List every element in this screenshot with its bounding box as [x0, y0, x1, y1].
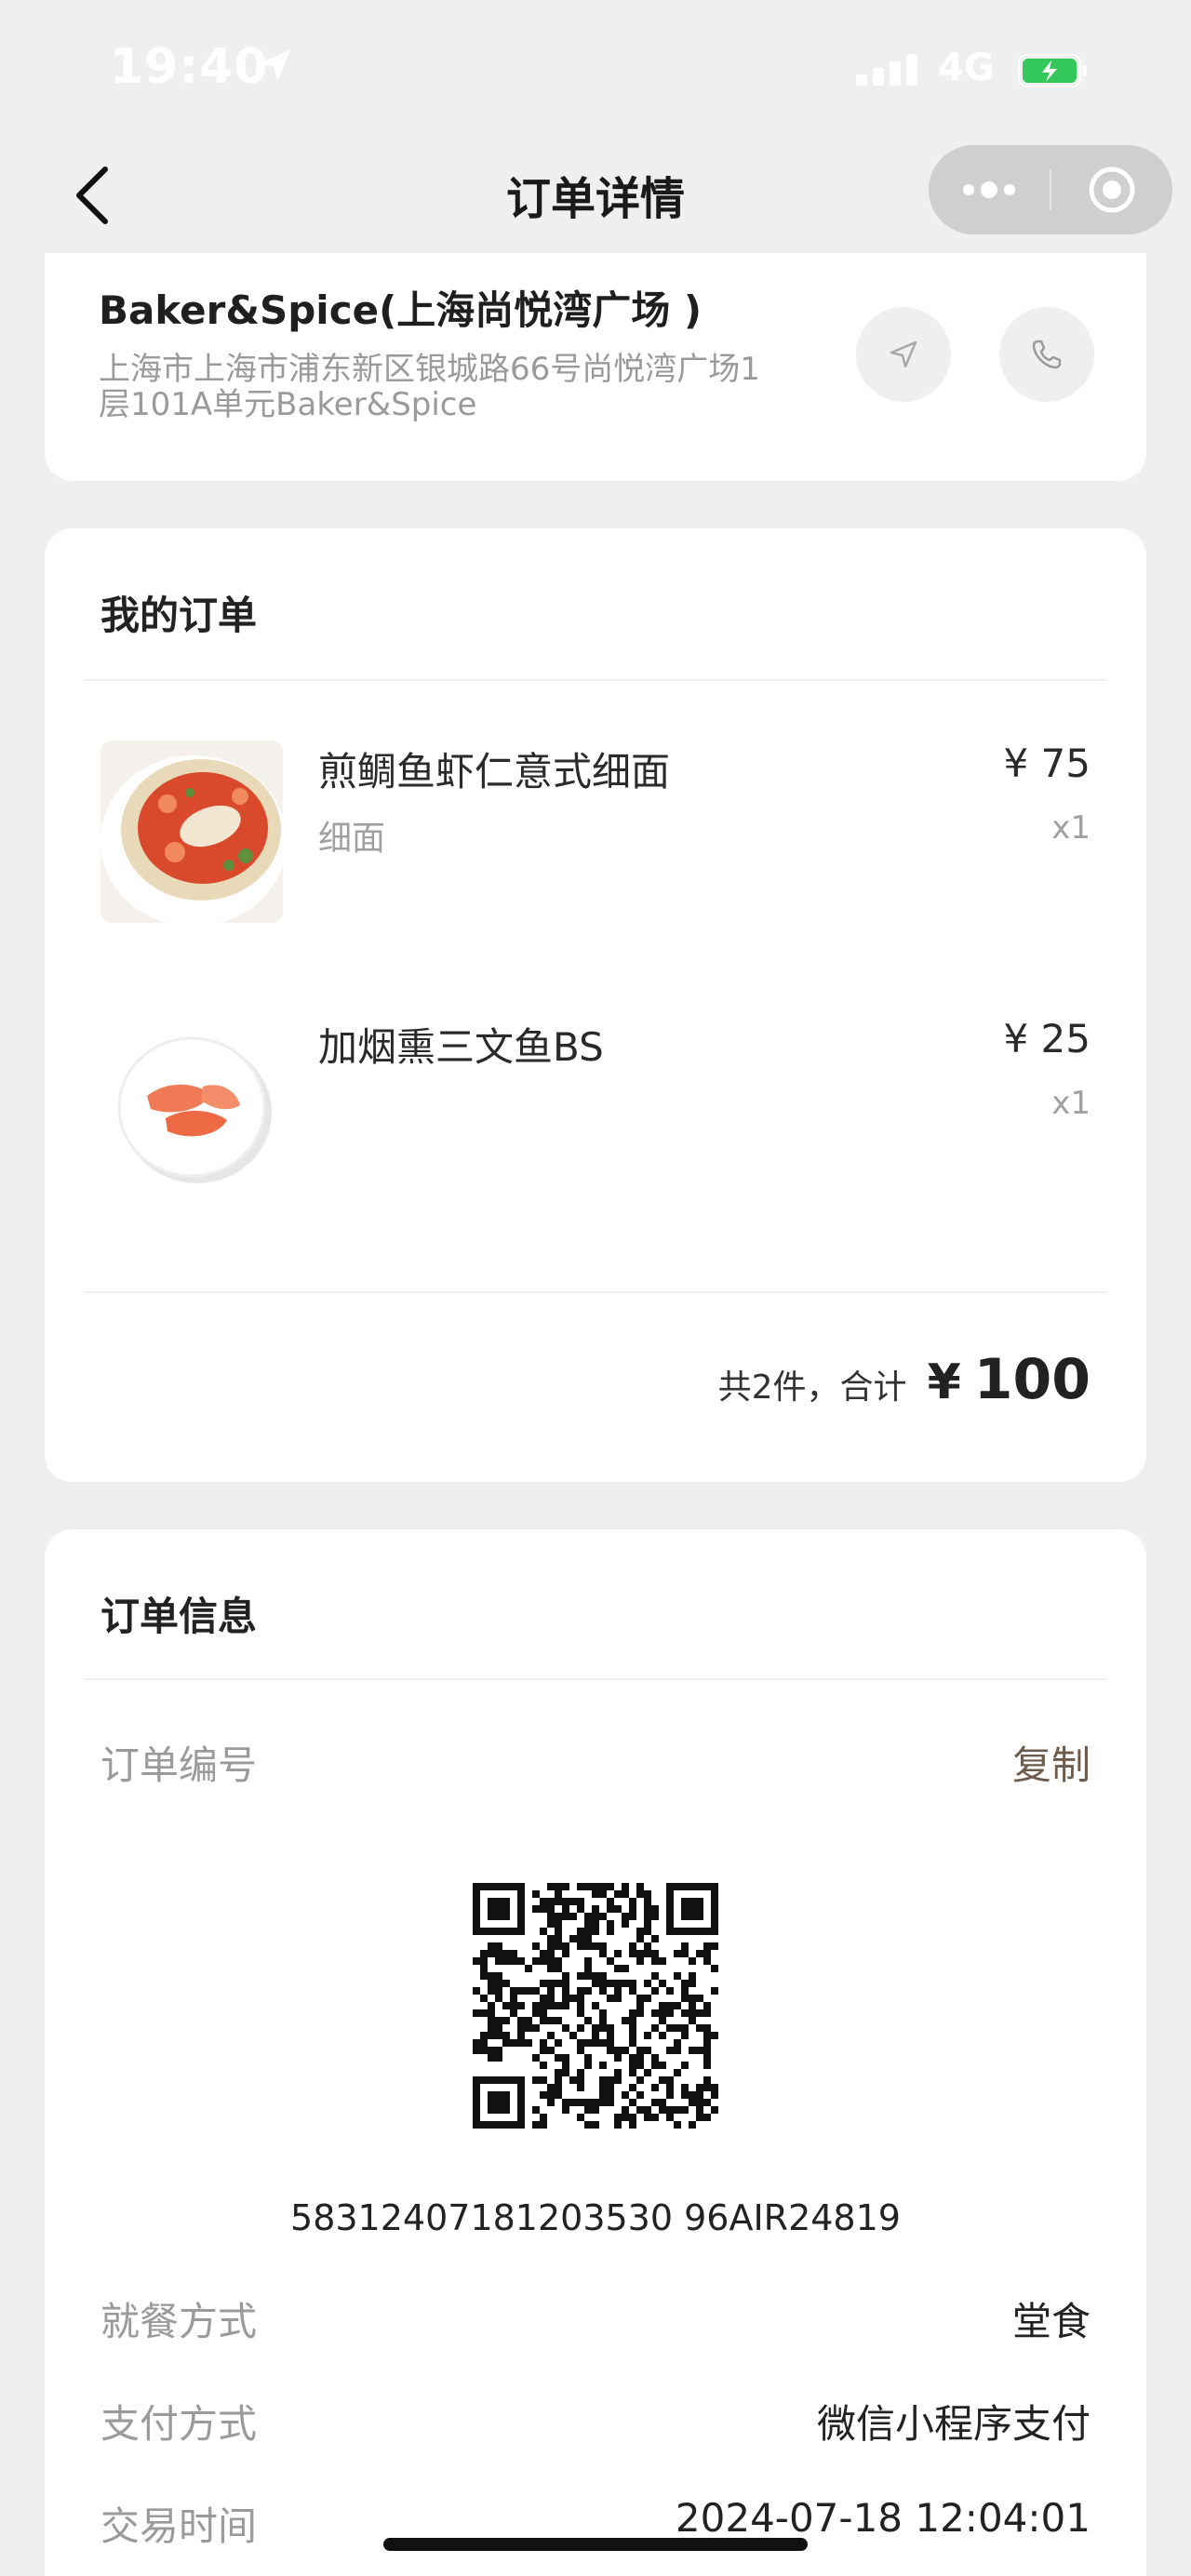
phone-icon: [1032, 340, 1062, 369]
more-button[interactable]: [929, 145, 1050, 234]
info-section-title: 订单信息: [100, 1594, 258, 1639]
battery-icon: [1018, 54, 1089, 91]
item-quantity: x1: [1051, 1085, 1091, 1122]
divider: [84, 1291, 1107, 1293]
order-number-label: 订单编号: [100, 1742, 258, 1788]
target-close-icon: [1089, 167, 1135, 213]
store-address: 上海市上海市浦东新区银城路66号尚悦湾广场1 层101A单元Baker&Spic…: [99, 352, 843, 422]
total-amount: 100: [973, 1347, 1091, 1412]
mini-program-capsule: [929, 145, 1172, 234]
divider: [84, 1678, 1107, 1680]
dining-method-label: 就餐方式: [100, 2299, 258, 2344]
total-currency: ¥: [927, 1355, 961, 1410]
call-button[interactable]: [999, 307, 1094, 402]
transaction-time-label: 交易时间: [100, 2503, 258, 2549]
order-card: 我的订单 煎鲷鱼虾仁意式细面 细面 ¥ 75 x1 加烟熏三文鱼BS ¥ 25 …: [45, 528, 1146, 1482]
order-number: 58312407181203530 96AIR24819: [290, 2197, 901, 2238]
location-arrow-icon: [255, 47, 294, 89]
order-detail-page: 19:40 4G 订单详情 Baker&Spice(上海尚悦湾广场) 上海市上…: [0, 0, 1191, 2576]
status-time: 19:40: [110, 39, 269, 95]
navigation-arrow-icon: [890, 340, 917, 368]
nav-bar: 订单详情: [0, 140, 1191, 251]
payment-method-value: 微信小程序支付: [816, 2401, 1091, 2447]
signal-icon: [856, 54, 923, 91]
order-qr-code: [473, 1883, 718, 2129]
more-dots-icon: [963, 181, 1015, 198]
network-type: 4G: [938, 47, 995, 89]
item-price: ¥ 75: [1003, 741, 1091, 786]
divider: [84, 679, 1107, 681]
item-quantity: x1: [1051, 809, 1091, 847]
store-name: Baker&Spice(上海尚悦湾广场 ): [99, 287, 703, 333]
item-name: 煎鲷鱼虾仁意式细面: [318, 749, 671, 794]
order-total: 共2件，合计 ¥ 100: [718, 1347, 1091, 1412]
order-item[interactable]: 煎鲷鱼虾仁意式细面 细面 ¥ 75 x1: [45, 741, 1146, 945]
home-indicator: [383, 2538, 808, 2551]
payment-method-label: 支付方式: [100, 2401, 258, 2447]
order-item[interactable]: 加烟熏三文鱼BS ¥ 25 x1: [45, 1016, 1146, 1221]
item-image-pasta: [100, 741, 283, 923]
copy-order-number-button[interactable]: 复制: [1012, 1734, 1091, 1791]
store-address-line: 上海市上海市浦东新区银城路66号尚悦湾广场1: [99, 351, 760, 388]
navigate-button[interactable]: [856, 307, 951, 402]
order-section-title: 我的订单: [100, 593, 258, 638]
total-label: 共2件，合计: [717, 1368, 907, 1407]
item-price: ¥ 25: [1003, 1016, 1091, 1061]
close-mini-program-button[interactable]: [1051, 145, 1172, 234]
item-image-salmon: [100, 1016, 283, 1198]
item-name: 加烟熏三文鱼BS: [318, 1024, 604, 1070]
store-address-line: 层101A单元Baker&Spice: [99, 386, 477, 423]
store-card: Baker&Spice(上海尚悦湾广场 ) 上海市上海市浦东新区银城路66号尚悦…: [45, 253, 1146, 481]
dining-method-value: 堂食: [1011, 2299, 1091, 2344]
item-spec: 细面: [318, 820, 386, 858]
transaction-time-value: 2024-07-18 12:04:01: [675, 2495, 1091, 2541]
order-info-card: 订单信息 订单编号 复制 58312407181203530 96AIR2481…: [45, 1529, 1146, 2576]
status-bar: 19:40 4G: [0, 0, 1191, 140]
